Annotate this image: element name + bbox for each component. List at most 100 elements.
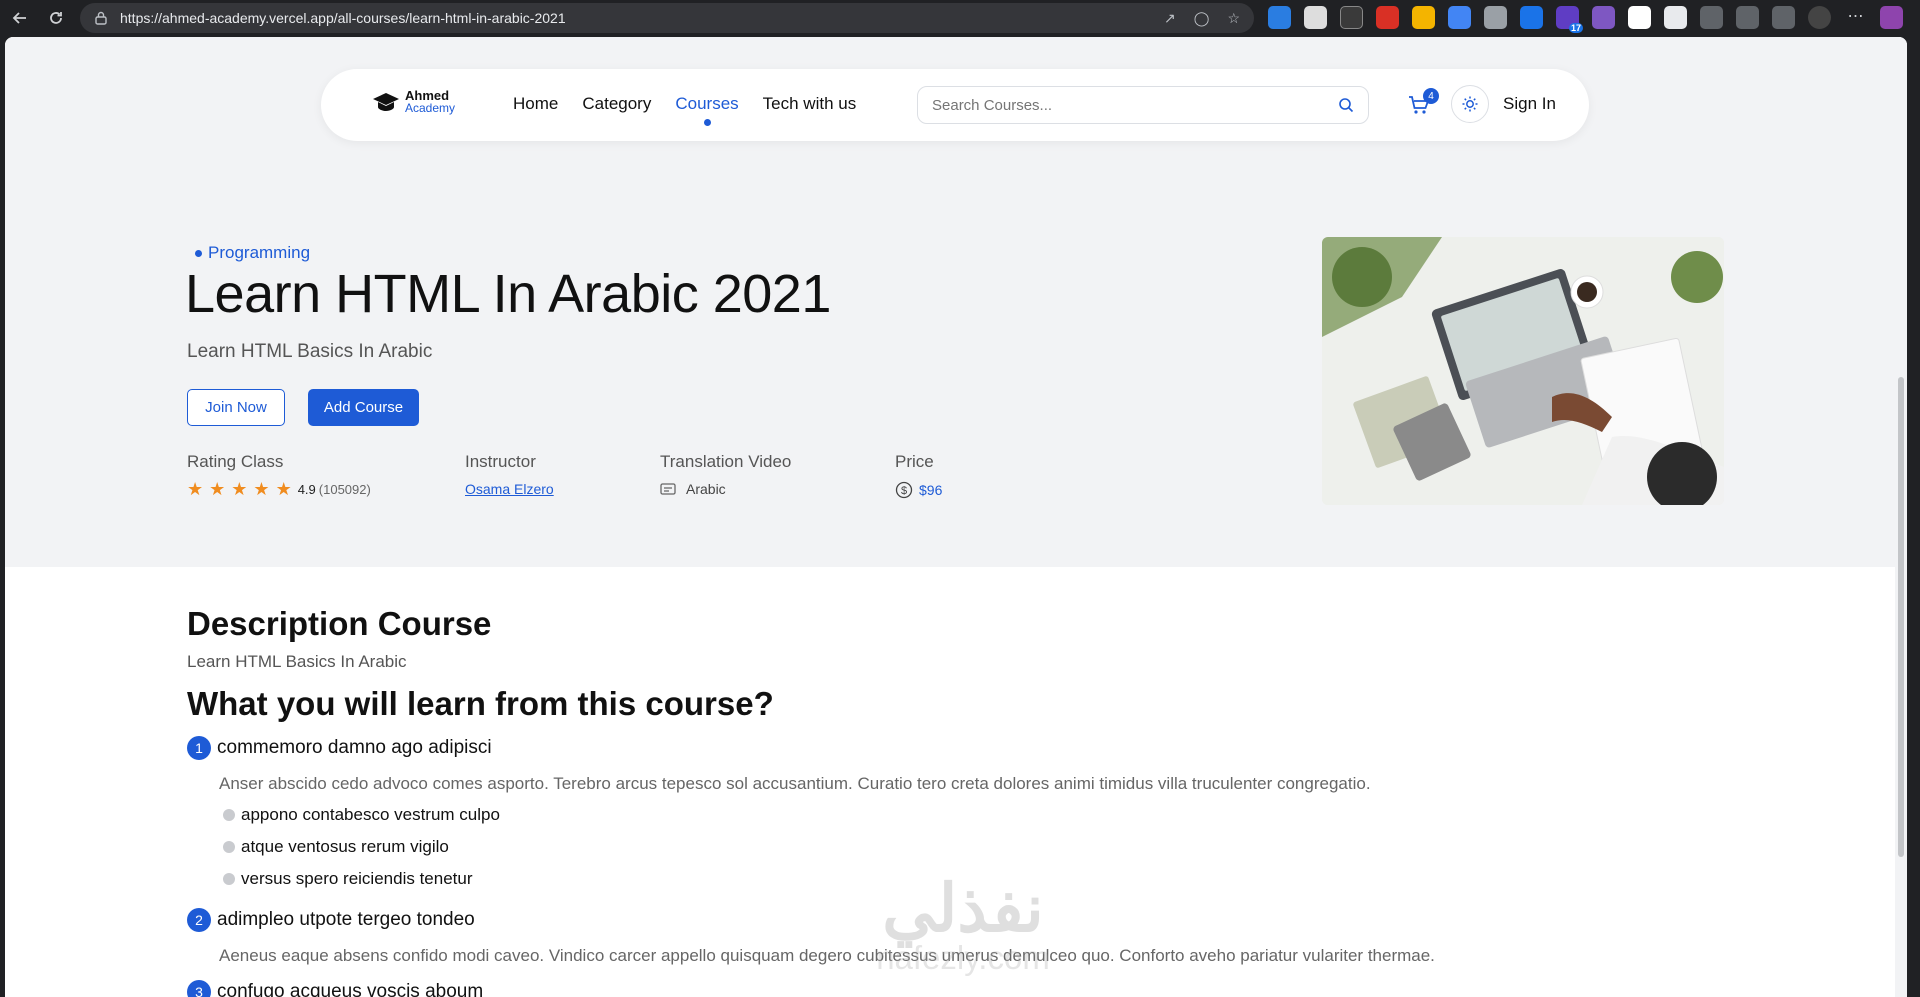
list-item-text: atque ventosus rerum vigilo bbox=[241, 837, 449, 856]
copilot-icon[interactable] bbox=[1880, 6, 1903, 29]
video-icon bbox=[660, 483, 676, 495]
cart-count-badge: 4 bbox=[1423, 88, 1439, 104]
extension-icon[interactable] bbox=[1592, 6, 1615, 29]
extension-icon[interactable] bbox=[1412, 6, 1435, 29]
rating-count: (105092) bbox=[318, 481, 371, 497]
course-image bbox=[1322, 237, 1724, 505]
graduation-cap-icon bbox=[373, 92, 399, 111]
star-icon: ★ bbox=[253, 479, 270, 499]
reload-icon[interactable] bbox=[38, 0, 74, 36]
extension-icon[interactable] bbox=[1304, 6, 1327, 29]
page-content: Ahmed Academy Home Category Courses Tech… bbox=[5, 37, 1907, 997]
site-navbar: Ahmed Academy Home Category Courses Tech… bbox=[321, 69, 1589, 141]
bullet-dot bbox=[223, 809, 235, 821]
learn-heading: What you will learn from this course? bbox=[187, 685, 774, 722]
price-value: $96 bbox=[919, 482, 943, 498]
theme-toggle-button[interactable] bbox=[1451, 85, 1489, 123]
extension-icon[interactable] bbox=[1340, 6, 1363, 29]
description-heading: Description Course bbox=[187, 605, 492, 642]
star-icon: ★ bbox=[275, 479, 292, 499]
site-info-icon[interactable] bbox=[94, 11, 108, 25]
course-subtitle: Learn HTML Basics In Arabic bbox=[187, 341, 433, 362]
section-number-badge: 1 bbox=[187, 736, 211, 760]
extension-icon[interactable] bbox=[1448, 6, 1471, 29]
list-item-text: appono contabesco vestrum culpo bbox=[241, 805, 500, 824]
instructor-label: Instructor bbox=[465, 452, 536, 471]
profile-avatar[interactable] bbox=[1808, 6, 1831, 29]
star-icon: ★ bbox=[231, 479, 248, 499]
nav-category[interactable]: Category bbox=[582, 94, 651, 114]
extension-icon[interactable] bbox=[1664, 6, 1687, 29]
url-text: https://ahmed-academy.vercel.app/all-cou… bbox=[120, 10, 566, 26]
section-title-text: commemoro damno ago adipisci bbox=[217, 737, 492, 758]
translation-value: Arabic bbox=[660, 481, 726, 497]
rating-score: 4.9 bbox=[297, 481, 316, 497]
instructor-link[interactable]: Osama Elzero bbox=[465, 481, 554, 497]
back-icon[interactable] bbox=[2, 0, 38, 36]
reader-icon[interactable]: ◯ bbox=[1194, 10, 1210, 27]
rating-value: ★ ★ ★ ★ ★ 4.9 (105092) bbox=[187, 479, 371, 499]
nav-tech-with-us[interactable]: Tech with us bbox=[763, 94, 857, 114]
section-description: Aeneus eaque absens confido modi caveo. … bbox=[219, 946, 1435, 965]
scrollbar-thumb[interactable] bbox=[1898, 377, 1904, 857]
list-item-text: versus spero reiciendis tenetur bbox=[241, 869, 473, 888]
instructor-value: Osama Elzero bbox=[465, 481, 554, 497]
extension-badge: 17 bbox=[1568, 23, 1583, 33]
section-title-text: adimpleo utpote tergeo tondeo bbox=[217, 909, 475, 930]
browser-toolbar: https://ahmed-academy.vercel.app/all-cou… bbox=[0, 0, 1920, 36]
logo-line2: Academy bbox=[405, 101, 456, 115]
open-in-app-icon[interactable]: ↗ bbox=[1164, 10, 1176, 27]
list-item: appono contabesco vestrum culpo bbox=[223, 805, 500, 825]
search-icon[interactable] bbox=[1338, 97, 1354, 113]
main-menu: Home Category Courses Tech with us bbox=[513, 94, 857, 126]
extensions-bar: 17 ⋯ bbox=[1268, 6, 1903, 33]
logo[interactable]: Ahmed Academy bbox=[371, 89, 455, 114]
extension-icon[interactable] bbox=[1484, 6, 1507, 29]
list-item: versus spero reiciendis tenetur bbox=[223, 869, 473, 889]
search-box bbox=[917, 86, 1369, 124]
course-title: Learn HTML In Arabic 2021 bbox=[185, 264, 831, 324]
extension-icon[interactable] bbox=[1268, 6, 1291, 29]
extension-icon[interactable]: 17 bbox=[1556, 6, 1583, 33]
nav-courses[interactable]: Courses bbox=[675, 94, 739, 126]
address-bar[interactable]: https://ahmed-academy.vercel.app/all-cou… bbox=[80, 3, 1254, 33]
sun-icon bbox=[1462, 96, 1478, 112]
description-text: Learn HTML Basics In Arabic bbox=[187, 652, 407, 671]
star-icon: ★ bbox=[187, 479, 204, 499]
translation-label: Translation Video bbox=[660, 452, 792, 471]
bookmark-star-icon[interactable]: ☆ bbox=[1227, 10, 1240, 27]
section-title: 2 adimpleo utpote tergeo tondeo bbox=[187, 908, 475, 932]
course-category[interactable]: Programming bbox=[195, 243, 310, 263]
extension-icon[interactable] bbox=[1520, 6, 1543, 29]
bullet-dot bbox=[223, 873, 235, 885]
price-value-wrap: $ $96 bbox=[895, 481, 942, 499]
menu-icon[interactable]: ⋯ bbox=[1844, 6, 1867, 29]
watermark: نفذلي nafezly.com bbox=[853, 875, 1073, 995]
nav-home[interactable]: Home bbox=[513, 94, 558, 114]
scrollbar[interactable] bbox=[1895, 37, 1907, 997]
category-dot bbox=[195, 249, 202, 257]
favorites-icon[interactable] bbox=[1772, 6, 1795, 29]
section-title-text: confugo acqueus voscis aboum bbox=[217, 981, 484, 997]
section-number-badge: 3 bbox=[187, 980, 211, 997]
section-title: 1 commemoro damno ago adipisci bbox=[187, 736, 492, 760]
rating-label: Rating Class bbox=[187, 452, 284, 471]
dollar-circle-icon: $ bbox=[895, 481, 913, 499]
add-course-button[interactable]: Add Course bbox=[308, 389, 419, 426]
sign-in-link[interactable]: Sign In bbox=[1503, 94, 1556, 114]
section-number-badge: 2 bbox=[187, 908, 211, 932]
star-icon: ★ bbox=[209, 479, 226, 499]
cart-button[interactable]: 4 bbox=[1407, 88, 1439, 119]
list-item: atque ventosus rerum vigilo bbox=[223, 837, 449, 857]
section-description: Anser abscido cedo advoco comes asporto.… bbox=[219, 774, 1371, 793]
extensions-puzzle-icon[interactable] bbox=[1700, 6, 1723, 29]
join-now-button[interactable]: Join Now bbox=[187, 389, 285, 426]
price-label: Price bbox=[895, 452, 934, 471]
bullet-dot bbox=[223, 841, 235, 853]
section-title: 3 confugo acqueus voscis aboum bbox=[187, 980, 483, 997]
category-label: Programming bbox=[208, 243, 311, 262]
extension-icon[interactable] bbox=[1376, 6, 1399, 29]
extension-icon[interactable] bbox=[1628, 6, 1651, 29]
search-input[interactable] bbox=[932, 96, 1338, 114]
media-icon[interactable] bbox=[1736, 6, 1759, 29]
